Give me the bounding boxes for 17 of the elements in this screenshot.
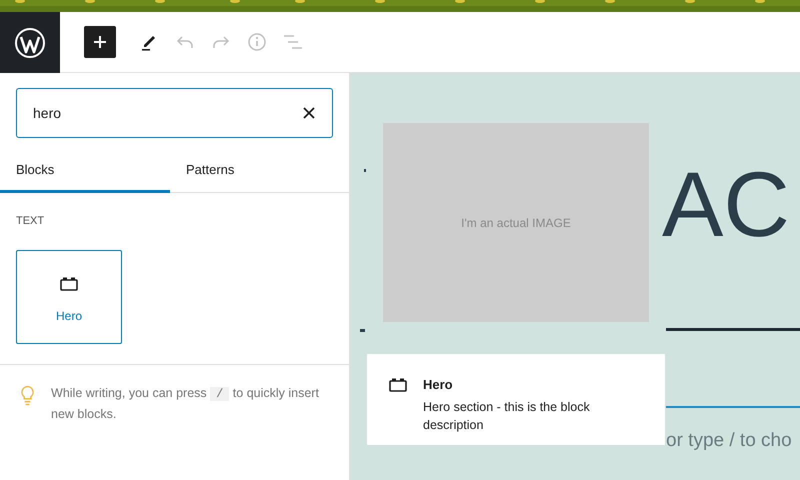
tip-text: While writing, you can press / to quickly insert new blocks. bbox=[51, 384, 320, 422]
close-icon[interactable] bbox=[301, 105, 317, 121]
category-heading: TEXT bbox=[16, 214, 44, 229]
tab[interactable]: Patterns bbox=[170, 150, 340, 193]
wordpress-logo-icon[interactable] bbox=[0, 12, 60, 73]
add-block-button[interactable] bbox=[84, 26, 116, 58]
image-placeholder-text: I'm an actual IMAGE bbox=[461, 214, 571, 232]
plus-icon bbox=[92, 34, 108, 50]
tab[interactable]: Blocks bbox=[0, 150, 170, 193]
block-icon bbox=[60, 276, 78, 290]
lightbulb-icon bbox=[20, 384, 36, 406]
block-icon bbox=[389, 378, 407, 392]
preview-description: Hero section - this is the block description bbox=[423, 399, 591, 434]
block-item[interactable]: Hero bbox=[16, 250, 122, 344]
preview-title: Hero bbox=[423, 376, 454, 394]
heading-text: AC bbox=[662, 155, 790, 255]
search-field[interactable]: hero bbox=[16, 88, 333, 138]
